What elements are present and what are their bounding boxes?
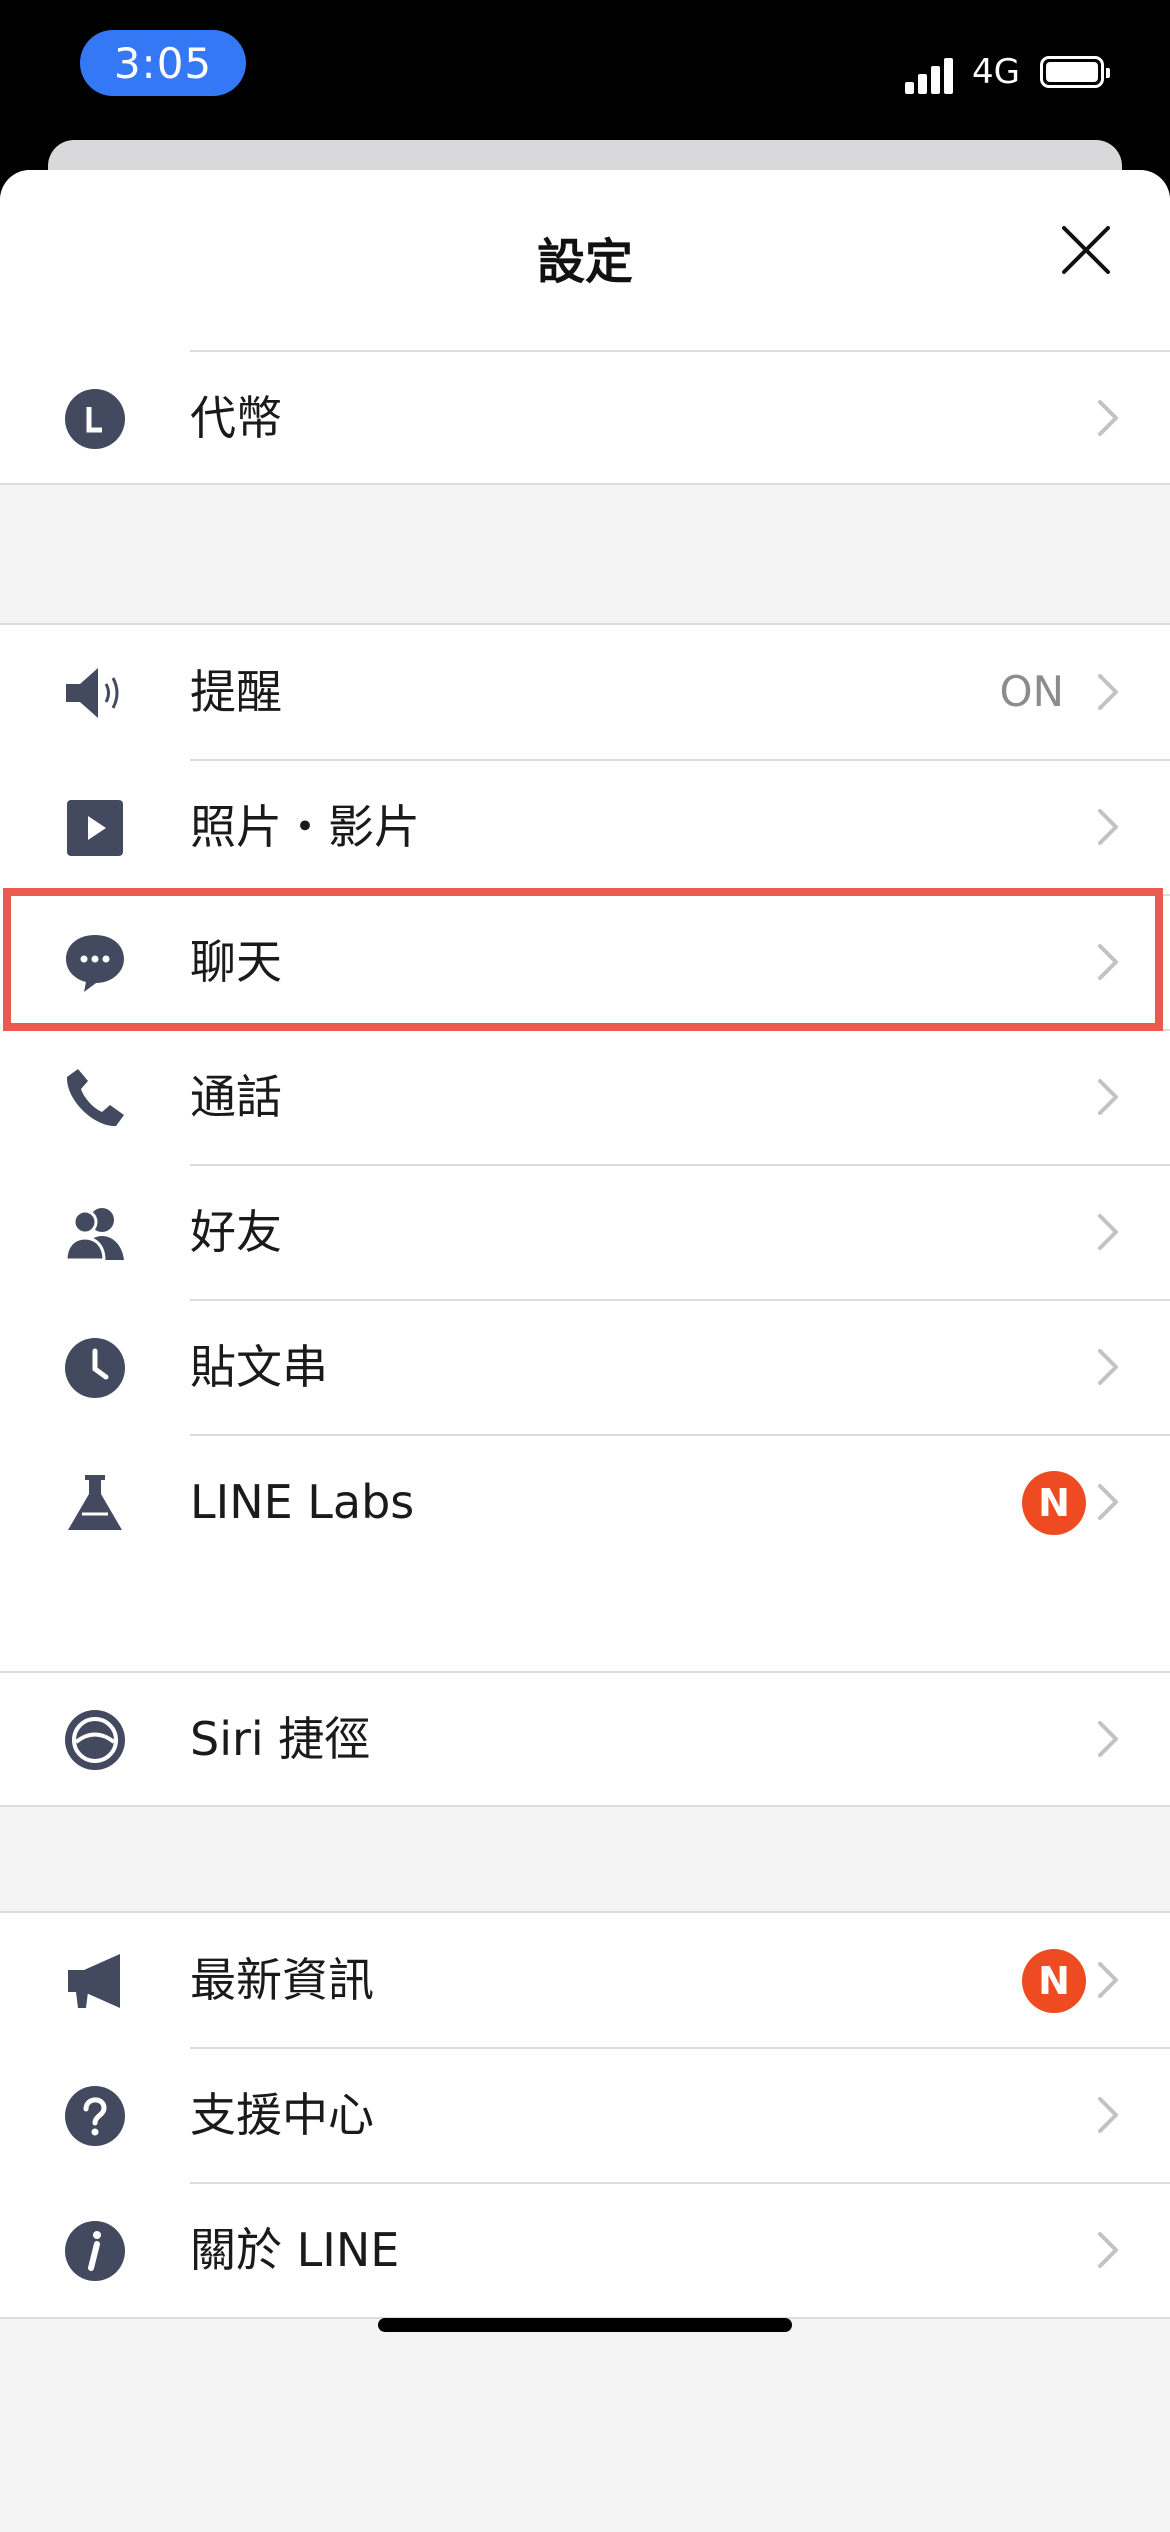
speaker-icon	[66, 668, 119, 718]
settings-item-coins[interactable]: 代幣	[0, 351, 1170, 485]
settings-item-label: 最新資訊	[190, 1953, 374, 2007]
settings-item-photos-videos[interactable]: 照片・影片	[0, 760, 1170, 894]
megaphone-icon	[68, 1954, 120, 2008]
settings-item-calls[interactable]: 通話	[0, 1030, 1170, 1164]
chevron-right-icon	[1098, 809, 1118, 845]
chevron-right-icon	[1098, 1349, 1118, 1385]
phone-icon	[66, 1069, 124, 1127]
chevron-right-icon	[1098, 674, 1118, 710]
page-title: 設定	[536, 234, 633, 290]
friends-icon	[64, 1208, 124, 1262]
section-siri: Siri 捷徑	[0, 1671, 1170, 1807]
info-icon	[65, 2221, 125, 2281]
sheet-header: 設定	[0, 170, 1170, 335]
play-icon	[67, 800, 123, 856]
settings-item-label: 支援中心	[190, 2088, 374, 2142]
status-bar: 3:05 4G	[0, 0, 1170, 150]
settings-item-label: 貼文串	[190, 1340, 328, 1394]
chevron-right-icon	[1098, 1721, 1118, 1757]
settings-item-label: 通話	[190, 1070, 282, 1124]
flask-icon	[68, 1475, 122, 1530]
section-top: 代幣	[0, 335, 1170, 485]
siri-icon	[65, 1710, 125, 1770]
chevron-right-icon	[1098, 1962, 1118, 1998]
settings-item-label: 代幣	[190, 391, 282, 445]
settings-item-label: LINE Labs	[190, 1475, 415, 1529]
settings-item-line-labs[interactable]: LINE Labs N	[0, 1435, 1170, 1569]
section-main: 提醒 ON 照片・影片 聊天 通話 好友 貼文串 LINE Labs N	[0, 623, 1170, 1730]
settings-item-notifications[interactable]: 提醒 ON	[0, 625, 1170, 759]
settings-item-label: 照片・影片	[190, 800, 420, 854]
settings-item-friends[interactable]: 好友	[0, 1165, 1170, 1299]
chevron-right-icon	[1098, 2232, 1118, 2268]
chevron-right-icon	[1098, 400, 1118, 436]
status-time: 3:05	[80, 30, 246, 96]
settings-item-help-center[interactable]: 支援中心	[0, 2048, 1170, 2182]
settings-item-label: Siri 捷徑	[190, 1712, 371, 1766]
highlight-box	[3, 888, 1163, 1031]
chevron-right-icon	[1098, 1214, 1118, 1250]
clock-icon	[65, 1338, 125, 1398]
settings-sheet: 設定 代幣 提醒 ON 照片・影片 聊天 通話 好友 貼文串 LINE Labs…	[0, 170, 1170, 2532]
section-info: 最新資訊 N 支援中心 關於 LINE	[0, 1911, 1170, 2319]
new-badge: N	[1022, 1471, 1086, 1535]
settings-item-label: 關於 LINE	[190, 2223, 400, 2277]
close-icon[interactable]	[1058, 222, 1114, 278]
network-type: 4G	[972, 52, 1020, 92]
settings-item-siri-shortcuts[interactable]: Siri 捷徑	[0, 1672, 1170, 1806]
chevron-right-icon	[1098, 2097, 1118, 2133]
settings-item-about[interactable]: 關於 LINE	[0, 2183, 1170, 2317]
line-coin-icon	[65, 389, 125, 449]
settings-item-label: 提醒	[190, 665, 282, 719]
battery-icon	[1040, 56, 1110, 88]
settings-item-label: 好友	[190, 1205, 282, 1259]
setting-value: ON	[999, 667, 1064, 716]
home-indicator[interactable]	[378, 2318, 792, 2332]
help-icon	[65, 2086, 125, 2146]
settings-item-news[interactable]: 最新資訊 N	[0, 1913, 1170, 2047]
signal-icon	[905, 58, 957, 94]
chevron-right-icon	[1098, 1079, 1118, 1115]
new-badge: N	[1022, 1949, 1086, 2013]
settings-item-timeline[interactable]: 貼文串	[0, 1300, 1170, 1434]
chevron-right-icon	[1098, 1484, 1118, 1520]
